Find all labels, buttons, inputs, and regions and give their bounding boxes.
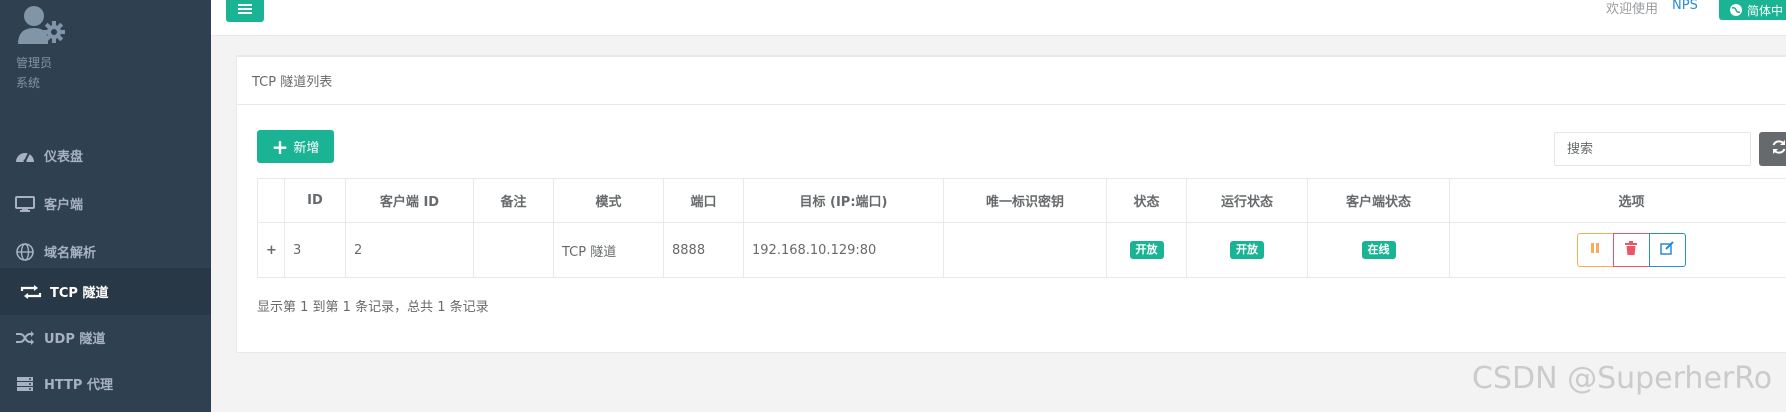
globe-icon [1729,3,1743,17]
sidebar-item-label: HTTP 代理 [44,378,113,393]
menu-toggle-button[interactable] [226,0,264,22]
welcome-user-link[interactable]: NPS [1672,0,1698,13]
dashboard-icon [14,147,36,165]
sidebar-item-http[interactable]: HTTP 代理 [0,360,211,407]
table-header[interactable]: 客户端 ID [345,178,474,223]
pause-button[interactable] [1576,233,1614,267]
profile: 管理员 系统 [14,4,194,94]
sidebar-item-dashboard[interactable]: 仪表盘 [0,132,211,179]
welcome-text: 欢迎使用 [1606,2,1659,17]
refresh-icon [1771,139,1786,159]
cell-id: 3 [284,222,346,278]
exchange-icon [20,283,42,301]
edit-button[interactable] [1648,233,1686,267]
tunnel-table: ID 客户端 ID 备注 模式 端口 目标 (IP:端口) 唯一标识密钥 状态 … [257,178,1786,278]
language-label: 简体中 [1747,3,1784,18]
expand-row-button[interactable]: + [257,222,285,278]
run-status-badge: 开放 [1230,241,1264,259]
cell-mode: TCP 隧道 [553,222,664,278]
panel-divider [237,104,1786,105]
client-status-badge: 在线 [1361,241,1396,259]
table-header[interactable]: 状态 [1106,178,1187,223]
pagination-info: 显示第 1 到第 1 条记录，总共 1 条记录 [257,300,489,315]
watermark: CSDN @SuperherRo [1472,361,1773,396]
profile-name: 管理员 [16,56,53,70]
plus-icon: + [271,134,289,159]
table-header[interactable]: 目标 (IP:端口) [743,178,944,223]
sidebar-item-label: UDP 隧道 [44,332,106,347]
cell-run-status: 开放 [1186,222,1308,278]
sidebar-item-label: TCP 隧道 [50,286,109,301]
pause-icon [1589,242,1601,258]
add-button-label: 新增 [293,141,320,156]
cell-options [1449,222,1786,278]
table-header[interactable]: 运行状态 [1186,178,1308,223]
profile-role: 系统 [16,76,41,90]
table-header[interactable]: 唯一标识密钥 [943,178,1107,223]
sidebar-item-label: 域名解析 [44,246,97,261]
cell-status: 开放 [1106,222,1187,278]
desktop-icon [14,195,36,213]
cell-key [943,222,1107,278]
table-header[interactable]: 端口 [663,178,744,223]
status-badge: 开放 [1129,241,1164,259]
user-gear-icon [18,4,74,48]
cell-client-id: 2 [345,222,474,278]
sidebar-item-label: 客户端 [44,198,84,213]
server-icon [14,375,36,393]
sidebar-item-label: 仪表盘 [44,150,84,165]
cell-client-status: 在线 [1307,222,1450,278]
delete-button[interactable] [1612,233,1650,267]
random-icon [14,329,36,347]
bars-icon [238,3,252,19]
table-header[interactable]: ID [284,178,346,223]
panel-title: TCP 隧道列表 [252,75,333,90]
search-input[interactable] [1554,132,1751,166]
sidebar-item-tcp[interactable]: TCP 隧道 [0,268,211,315]
cell-remark [473,222,554,278]
tcp-tunnel-panel: TCP 隧道列表 + 新增 ID 客户端 ID 备注 模式 端口 目标 (IP:… [236,55,1786,353]
language-button[interactable]: 简体中 [1719,0,1786,20]
table-header[interactable]: 模式 [553,178,664,223]
topbar: 欢迎使用 NPS 简体中 [211,0,1786,36]
add-button[interactable]: + 新增 [257,130,334,163]
sidebar-item-udp[interactable]: UDP 隧道 [0,314,211,361]
table-header [257,178,285,223]
cell-target: 192.168.10.129:80 [743,222,944,278]
cell-port: 8888 [663,222,744,278]
globe-icon [14,242,36,261]
table-header[interactable]: 客户端状态 [1307,178,1450,223]
row-actions [1458,233,1786,267]
sidebar-item-clients[interactable]: 客户端 [0,180,211,227]
table-row: + 3 2 TCP 隧道 8888 192.168.10.129:80 开放 开… [257,222,1786,278]
sidebar: 管理员 系统 仪表盘 客户端 域名解析 TCP 隧道 UDP 隧道 HTTP 代… [0,0,211,412]
trash-icon [1625,241,1637,259]
table-header[interactable]: 备注 [473,178,554,223]
edit-icon [1660,241,1674,259]
table-header: 选项 [1449,178,1786,223]
refresh-button[interactable] [1759,132,1786,166]
table-header-row: ID 客户端 ID 备注 模式 端口 目标 (IP:端口) 唯一标识密钥 状态 … [257,178,1786,223]
